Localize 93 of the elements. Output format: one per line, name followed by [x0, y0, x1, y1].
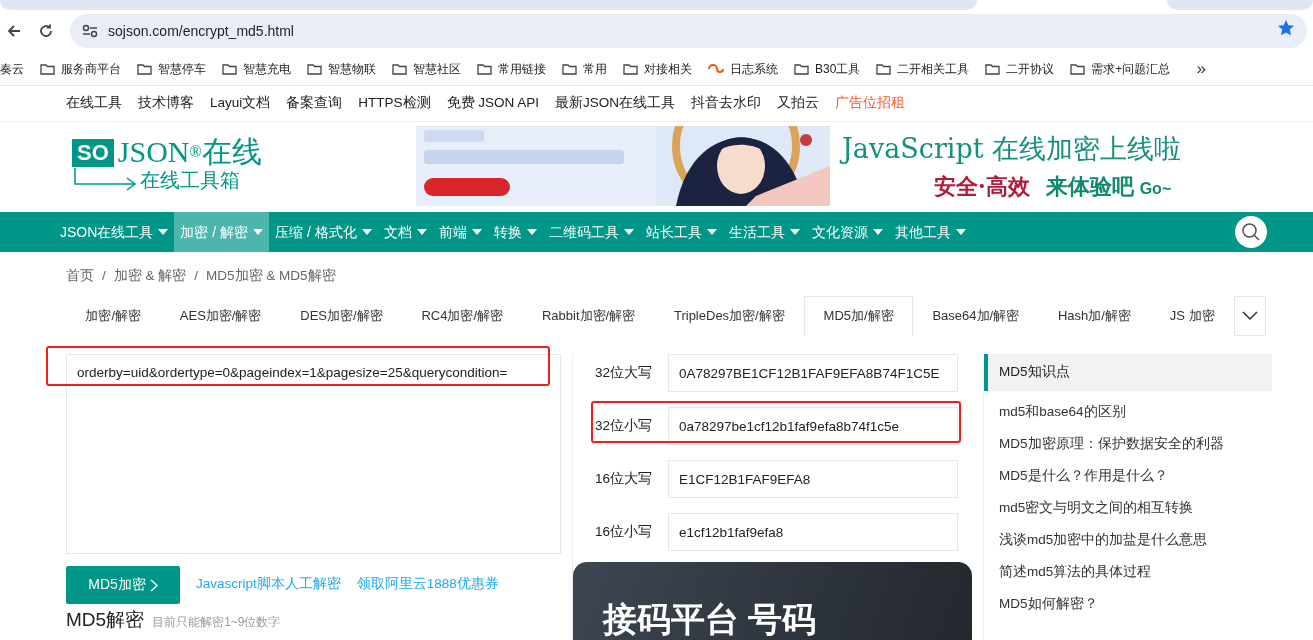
result-field[interactable]: E1CF12B1FAF9EFA8 [668, 460, 958, 498]
folder-icon [137, 62, 152, 75]
folder-icon [1070, 62, 1086, 75]
search-icon [1241, 222, 1261, 242]
result-field[interactable]: e1cf12b1faf9efa8 [668, 513, 958, 551]
breadcrumb-link[interactable]: 加密 & 解密 [113, 266, 187, 292]
sidebar-link[interactable]: MD5是什么？作用是什么？ [984, 460, 1272, 492]
logo-text: JSON®在线 [117, 137, 262, 167]
top-link[interactable]: 技术博客 [138, 93, 194, 114]
sidebar-link[interactable]: 浅谈md5加密中的加盐是什么意思 [984, 524, 1272, 556]
bookmark[interactable]: 日志系统 [708, 59, 778, 78]
section-heading: MD5解密 [66, 609, 145, 631]
nav-menu-item[interactable]: JSON在线工具 [54, 212, 175, 252]
bookmark[interactable]: 二开协议 [985, 59, 1055, 78]
address-bar[interactable]: sojson.com/encrypt_md5.html [70, 14, 1307, 48]
bookmark[interactable]: 智慧物联 [307, 59, 376, 78]
ad-banner[interactable]: 接码平台 号码 [573, 562, 972, 640]
folder-icon [222, 62, 237, 75]
search-button[interactable] [1235, 216, 1267, 248]
top-link[interactable]: 在线工具 [66, 93, 122, 114]
sidebar-link[interactable]: MD5如何解密？ [984, 588, 1272, 620]
more-bookmarks-button[interactable]: » [1196, 55, 1206, 82]
bookmark[interactable]: 奏云 [0, 59, 24, 78]
breadcrumb-current: MD5加密 & MD5解密 [206, 267, 336, 285]
bookmark[interactable]: 二开相关工具 [876, 59, 970, 78]
sidebar-link[interactable]: MD5加密原理：保护数据安全的利器 [984, 428, 1272, 460]
bookmark[interactable]: 对接相关 [623, 59, 692, 78]
more-tabs-button[interactable] [1234, 296, 1266, 336]
result-field[interactable]: 0a78297be1cf12b1faf9efa8b74f1c5e [668, 407, 958, 445]
breadcrumb-separator: / [194, 267, 199, 285]
chevron-down-icon [1242, 311, 1258, 321]
sidebar-link[interactable]: md5密文与明文之间的相互转换 [984, 492, 1272, 524]
site-logo-icon [708, 62, 724, 75]
nav-menu-item[interactable]: 其他工具 [888, 212, 972, 252]
folder-icon [794, 62, 809, 75]
breadcrumb-separator: / [102, 267, 106, 285]
nav-menu-item[interactable]: 生活工具 [722, 212, 806, 252]
top-link[interactable]: 抖音去水印 [691, 93, 762, 114]
logo-badge: SO [72, 139, 114, 167]
nav-menu-item[interactable]: 站长工具 [639, 212, 723, 252]
sidebar-link[interactable]: 简述md5算法的具体过程 [984, 556, 1272, 588]
promo-call: 来体验吧 [1045, 171, 1134, 201]
bookmark[interactable]: 服务商平台 [40, 59, 121, 78]
bookmark[interactable]: 智慧停车 [137, 59, 206, 78]
folder-icon [876, 62, 892, 75]
bookmark[interactable]: 常用链接 [477, 59, 546, 78]
breadcrumb-link[interactable]: 首页 [66, 266, 94, 292]
promo-go: Go~ [1139, 178, 1172, 199]
folder-icon [562, 62, 577, 75]
nav-menu-item[interactable]: 文档 [377, 212, 433, 252]
tab[interactable]: MD5加/解密 [804, 296, 914, 336]
top-link[interactable]: 最新JSON在线工具 [555, 93, 676, 114]
site-settings-icon[interactable] [82, 24, 98, 38]
promo-slogan: 安全·高效 [934, 171, 1030, 201]
nav-menu-item[interactable]: 转换 [487, 212, 543, 252]
field-label: 32位小写 [593, 416, 653, 435]
bookmark[interactable]: B30工具 [794, 59, 861, 78]
top-link[interactable]: HTTPS检测 [358, 93, 431, 114]
folder-icon [392, 62, 407, 75]
section-note: 目前只能解密1~9位数字 [152, 613, 281, 631]
field-label: 16位小写 [593, 522, 653, 541]
field-label: 32位大写 [593, 363, 653, 382]
text-input[interactable]: orderby=uid&ordertype=0&pageindex=1&pagesize=25&querycondition= [66, 354, 561, 554]
url-text: sojson.com/encrypt_md5.html [108, 21, 294, 41]
sidebar-link[interactable]: md5和base64的区别 [984, 396, 1272, 428]
top-link[interactable]: 又拍云 [777, 93, 820, 114]
folder-icon [40, 62, 55, 75]
bookmark[interactable]: 需求+问题汇总 [1070, 59, 1171, 78]
star-icon[interactable] [1277, 19, 1295, 37]
folder-icon [623, 62, 638, 75]
logo-tagline: 在线工具箱 [140, 167, 240, 194]
field-label: 16位大写 [593, 469, 653, 488]
top-link[interactable]: Layui文档 [210, 93, 271, 114]
top-link[interactable]: 备案查询 [286, 93, 343, 114]
result-field[interactable]: 0A78297BE1CF12B1FAF9EFA8B74F1C5E [668, 354, 958, 392]
logo-arrow-icon [72, 167, 138, 193]
bookmark[interactable]: 智慧充电 [222, 59, 291, 78]
nav-menu-item[interactable]: 前端 [432, 212, 488, 252]
chevron-right-icon [149, 578, 158, 592]
folder-icon [985, 62, 1001, 75]
sidebar-heading: MD5知识点 [984, 354, 1272, 391]
nav-menu-item[interactable]: 文化资源 [805, 212, 889, 252]
nav-menu-item[interactable]: 压缩 / 格式化 [269, 212, 378, 252]
encrypt-button[interactable]: MD5加密 [66, 565, 180, 604]
bookmark[interactable]: 常用 [562, 59, 607, 78]
reload-icon[interactable] [38, 23, 54, 39]
ad-text: 接码平台 号码 [603, 602, 818, 636]
bookmark[interactable]: 智慧社区 [392, 59, 461, 78]
nav-menu-item[interactable]: 二维码工具 [542, 212, 640, 252]
folder-icon [477, 62, 492, 75]
back-icon[interactable] [6, 23, 22, 39]
top-link[interactable]: 免费 JSON API [446, 93, 540, 114]
folder-icon [307, 62, 322, 75]
